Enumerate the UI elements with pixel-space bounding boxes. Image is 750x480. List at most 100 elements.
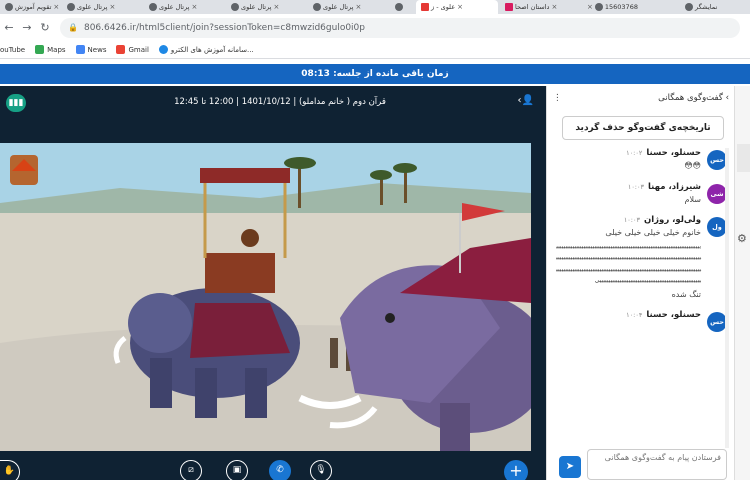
chat-message: حس حسنلو، حسنا۱۰:۰۴ [547,310,735,332]
session-time-banner: زمان باقی مانده از جلسه: 08:13 [0,64,750,84]
bookmark-label: ouTube [0,45,26,54]
news-icon [75,45,85,54]
message-time: ۱۰:۰۳ [623,216,640,224]
close-icon[interactable]: × [53,3,59,11]
chat-cleared-notice: تاریخچه‌ی گفت‌وگو حذف گردید [562,116,724,140]
bookmark-label: News [87,45,107,54]
tab-favicon-icon [149,3,157,11]
bookmark-gmail[interactable]: Gmail [116,45,149,54]
lock-icon[interactable]: 🔒 [68,23,78,32]
settings-strip: ⚙ [734,86,750,480]
forward-icon[interactable]: → [18,21,36,34]
screen-share-button[interactable]: ⧄ [180,460,202,480]
tab[interactable] [390,0,415,14]
mic-off-button[interactable]: 🎙 [310,460,332,480]
session-title: قرآن دوم ( خانم مداملو) | 1401/10/12 | 1… [174,97,386,107]
video-frame [0,143,531,451]
avatar: ول [707,217,727,237]
bookmark-youtube[interactable]: ouTube [0,46,25,54]
message-sender: حسنلو، حسنا [646,310,701,320]
tab[interactable]: نمایشگر [680,0,750,14]
tab-label: تقویم آموزش [15,3,52,11]
control-bar: ✋ ⧄ ▣ ✆ 🎙 + [0,456,546,480]
video-off-button[interactable]: ▣ [226,460,248,480]
chat-header: ⋮ گفت‌وگوی همگانی ‹ [547,86,735,110]
url-text: 806.6426.ir/html5client/join?sessionToke… [83,22,365,33]
message-sender: شیرزاد، مهنا [647,181,701,192]
tab[interactable]: پرتال علوی × [62,0,142,14]
chat-panel: ⋮ گفت‌وگوی همگانی ‹ تاریخچه‌ی گفت‌وگو حذ… [546,86,734,480]
tab-label: پرتال علوی [159,3,190,11]
tab-active[interactable]: علوی - ز × [416,0,498,14]
tab-label: 15603768 [604,3,638,11]
close-icon[interactable]: × [191,3,197,11]
presentation-area: ▮▮▮ قرآن دوم ( خانم مداملو) | 1401/10/12… [0,86,546,480]
lms-icon [158,45,168,54]
tab[interactable]: پرتال علوی × [308,0,388,14]
close-icon[interactable]: × [273,3,279,11]
stats-icon[interactable]: ▮▮▮ [6,94,26,112]
message-sender: ولی‌لو، روژان [643,215,701,225]
send-button[interactable]: ➤ [559,456,581,478]
message-time: ۱۰:۰۲ [626,149,643,157]
message-text-tail: تنگ شده [671,289,701,299]
user-list-icon[interactable]: ‹👤 [518,95,534,106]
chat-title[interactable]: گفت‌وگوی همگانی ‹ [658,93,729,103]
tab-favicon-icon [421,3,429,11]
star-icon [594,3,603,11]
tab-label: پرتال علوی [241,3,272,11]
close-icon[interactable]: × [457,3,463,11]
url-input[interactable]: 🔒 806.6426.ir/html5client/join?sessionTo… [60,17,740,38]
tab[interactable]: پرتال علوی × [144,0,224,14]
bookmark-label: سامانه آموزش های الکترو... [170,45,254,54]
message-text: خانوم خیلی خیلی خیلی خیلی [605,228,701,237]
gear-icon[interactable]: ⚙ [737,232,747,245]
maps-icon [35,45,45,54]
chat-message-input[interactable] [587,449,727,480]
tab-label: علوی - ز [431,3,456,11]
close-icon[interactable]: × [109,3,115,11]
tab-favicon-icon [5,3,13,11]
tab[interactable]: پرتال علوی × [226,0,306,14]
panel-block [737,144,750,172]
address-bar: ← → ↻ 🔒 806.6426.ir/html5client/join?ses… [0,14,750,41]
gmail-icon [116,45,126,54]
reload-icon[interactable]: ↻ [36,21,54,34]
tab[interactable]: × 15603768 [582,0,678,14]
tab-favicon-icon [313,3,321,11]
message-time: ۱۰:۰۴ [626,311,643,319]
chat-message: ول ولی‌لو، روژان۱۰:۰۳ خانوم خیلی خیلی خی… [547,215,735,300]
avatar: شی [707,183,727,204]
avatar: حس [707,150,727,170]
chat-title-text: گفت‌وگوی همگانی [658,93,723,103]
bookmark-lms[interactable]: سامانه آموزش های الکترو... [158,45,254,54]
tab-favicon-icon [685,3,693,11]
bookmark-news[interactable]: News [75,45,107,54]
bookmark-label: Maps [47,45,66,54]
channel-logo [10,155,38,185]
tab-label: پرتال علوی [323,3,354,11]
chat-scrollbar[interactable] [725,148,729,448]
avatar: حس [707,312,727,332]
tab[interactable]: تقویم آموزش × [0,0,60,14]
close-icon[interactable]: × [551,3,557,11]
audio-phone-button[interactable]: ✆ [269,460,291,480]
back-icon[interactable]: ← [0,21,18,34]
tab-favicon-icon [395,3,403,11]
shared-video[interactable] [0,143,531,451]
actions-plus-button[interactable]: + [504,460,528,480]
session-top-bar: ▮▮▮ قرآن دوم ( خانم مداملو) | 1401/10/12… [0,86,546,120]
close-icon[interactable]: × [587,3,593,11]
more-options-icon[interactable]: ⋮ [553,93,562,103]
raise-hand-button[interactable]: ✋ [0,460,20,480]
message-time: ۱۰:۰۳ [627,182,644,191]
tab[interactable]: داستان اصحا × [500,0,580,14]
bookmark-maps[interactable]: Maps [35,45,66,54]
close-icon[interactable]: × [355,3,361,11]
tab-favicon-icon [231,3,239,11]
tab-label: داستان اصحا [515,3,550,11]
message-sender: حسنلو، حسنا [646,148,701,158]
bookmarks-bar: ouTube Maps News Gmail سامانه آموزش های … [0,41,750,59]
chat-message: شی شیرزاد، مهنا۱۰:۰۳ سلام [547,182,735,206]
tab-strip: تقویم آموزش × پرتال علوی × پرتال علوی × پرت… [0,0,750,14]
